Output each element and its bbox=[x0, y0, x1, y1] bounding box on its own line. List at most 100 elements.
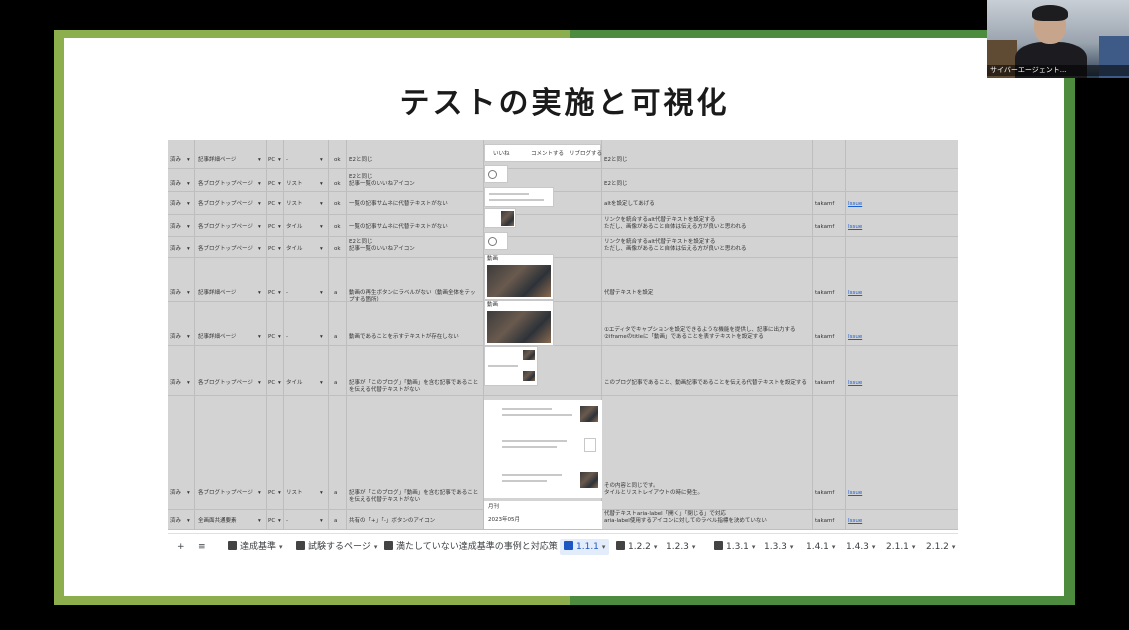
sheet-tab[interactable]: 1.3.3 ▾ bbox=[764, 539, 793, 555]
dropdown-arrow-icon[interactable]: ▾ bbox=[278, 201, 281, 208]
dropdown-arrow-icon[interactable]: ▾ bbox=[320, 181, 323, 188]
issue-link[interactable]: Issue bbox=[848, 334, 862, 341]
sheet-tab[interactable]: 試験するページ ▾ bbox=[296, 539, 377, 555]
dropdown-arrow-icon[interactable]: ▾ bbox=[320, 380, 323, 387]
type-cell: - bbox=[286, 157, 288, 163]
dropdown-arrow-icon[interactable]: ▾ bbox=[320, 290, 323, 297]
issue-cell: 動画であることを示すテキストが存在しない bbox=[349, 334, 459, 340]
issue-link[interactable]: Issue bbox=[848, 380, 862, 387]
issue-link[interactable]: Issue bbox=[848, 224, 862, 231]
dropdown-arrow-icon[interactable]: ▾ bbox=[258, 224, 261, 231]
dropdown-arrow-icon[interactable]: ▾ bbox=[278, 224, 281, 231]
chevron-down-icon[interactable]: ▾ bbox=[912, 543, 916, 551]
dropdown-arrow-icon[interactable]: ▾ bbox=[258, 157, 261, 164]
dropdown-arrow-icon[interactable]: ▾ bbox=[278, 157, 281, 164]
dropdown-arrow-icon[interactable]: ▾ bbox=[258, 290, 261, 297]
dropdown-arrow-icon[interactable]: ▾ bbox=[320, 518, 323, 525]
sheet-tab[interactable]: 1.1.1 ▾ bbox=[560, 539, 610, 555]
chevron-down-icon[interactable]: ▾ bbox=[374, 543, 378, 551]
table-row: 済み ▾ 各ブログトップページ ▾ PC ▾ リスト ▾ ok E2と同じ 記事一覧のいいねアイコ… bbox=[168, 169, 958, 192]
page-cell: 記事詳細ページ bbox=[198, 290, 237, 296]
dropdown-arrow-icon[interactable]: ▾ bbox=[320, 490, 323, 497]
issue-link[interactable]: Issue bbox=[848, 518, 862, 525]
issue-link[interactable]: Issue bbox=[848, 290, 862, 297]
type-cell: - bbox=[286, 290, 288, 296]
sheet-tab[interactable]: 1.3.1 ▾ bbox=[714, 539, 755, 555]
chevron-down-icon[interactable]: ▾ bbox=[832, 543, 836, 551]
webcam-name-label: サイバーエージェント... bbox=[987, 65, 1129, 76]
dropdown-arrow-icon[interactable]: ▾ bbox=[320, 334, 323, 341]
sheet-tab-label: 1.3.3 bbox=[764, 542, 787, 552]
dropdown-arrow-icon[interactable]: ▾ bbox=[258, 380, 261, 387]
dropdown-arrow-icon[interactable]: ▾ bbox=[278, 490, 281, 497]
dropdown-arrow-icon[interactable]: ▾ bbox=[258, 334, 261, 341]
dropdown-arrow-icon[interactable]: ▾ bbox=[278, 181, 281, 188]
type-cell: - bbox=[286, 518, 288, 524]
dropdown-arrow-icon[interactable]: ▾ bbox=[258, 246, 261, 253]
device-cell: PC bbox=[268, 201, 276, 207]
sheet-tab[interactable]: 2.1.2 ▾ bbox=[926, 539, 955, 555]
dropdown-arrow-icon[interactable]: ▾ bbox=[187, 157, 190, 164]
chevron-down-icon[interactable]: ▾ bbox=[952, 543, 956, 551]
dropdown-arrow-icon[interactable]: ▾ bbox=[320, 224, 323, 231]
issue-link[interactable]: Issue bbox=[848, 490, 862, 497]
dropdown-arrow-icon[interactable]: ▾ bbox=[187, 224, 190, 231]
dropdown-arrow-icon[interactable]: ▾ bbox=[258, 201, 261, 208]
issue-cell: E2と同じ 記事一覧のいいねアイコン bbox=[349, 174, 415, 187]
issue-cell: 一覧の記事サムネに代替テキストがない bbox=[349, 201, 448, 207]
sheet-tab[interactable]: 満たしていない達成基準の事例と対応策▾ bbox=[384, 539, 564, 555]
dropdown-arrow-icon[interactable]: ▾ bbox=[187, 181, 190, 188]
dropdown-arrow-icon[interactable]: ▾ bbox=[320, 201, 323, 208]
dropdown-arrow-icon[interactable]: ▾ bbox=[187, 246, 190, 253]
reblog-label: リブログする bbox=[569, 151, 603, 157]
issue-link[interactable]: Issue bbox=[848, 201, 862, 208]
dropdown-arrow-icon[interactable]: ▾ bbox=[278, 518, 281, 525]
dropdown-arrow-icon[interactable]: ▾ bbox=[278, 380, 281, 387]
chevron-down-icon[interactable]: ▾ bbox=[790, 543, 794, 551]
status-cell: 済み bbox=[170, 334, 182, 340]
table-row: 済み ▾ 各ブログトップページ ▾ PC ▾ タイル ▾ ok 一覧の記事サムネに代替テキストがな… bbox=[168, 215, 958, 237]
result-cell: ok bbox=[334, 224, 341, 230]
dropdown-arrow-icon[interactable]: ▾ bbox=[278, 334, 281, 341]
fix-cell: リンクを統合するalt代替テキストを設定する ただし、画像があること自体は伝える… bbox=[604, 217, 747, 230]
sheet-tab[interactable]: 1.4.3 ▾ bbox=[846, 539, 875, 555]
screenshot-action-bar: いいね コメントする リブログする bbox=[484, 144, 603, 162]
all-sheets-menu-icon[interactable]: ≡ bbox=[198, 539, 206, 555]
dropdown-arrow-icon[interactable]: ▾ bbox=[187, 490, 190, 497]
sheet-tab[interactable]: 1.2.2 ▾ bbox=[616, 539, 657, 555]
dropdown-arrow-icon[interactable]: ▾ bbox=[187, 201, 190, 208]
dropdown-arrow-icon[interactable]: ▾ bbox=[320, 157, 323, 164]
issue-cell: E2と同じ bbox=[349, 157, 373, 163]
dropdown-arrow-icon[interactable]: ▾ bbox=[320, 246, 323, 253]
sheet-tab[interactable]: 達成基準 ▾ bbox=[228, 539, 283, 555]
chevron-down-icon[interactable]: ▾ bbox=[692, 543, 696, 551]
dropdown-arrow-icon[interactable]: ▾ bbox=[258, 490, 261, 497]
dropdown-arrow-icon[interactable]: ▾ bbox=[187, 518, 190, 525]
sheet-tab-label: 1.4.3 bbox=[846, 542, 869, 552]
chevron-down-icon[interactable]: ▾ bbox=[602, 543, 606, 551]
dropdown-arrow-icon[interactable]: ▾ bbox=[278, 290, 281, 297]
sheet-tab-number-icon bbox=[384, 541, 393, 550]
chevron-down-icon[interactable]: ▾ bbox=[279, 543, 283, 551]
chevron-down-icon[interactable]: ▾ bbox=[752, 543, 756, 551]
page-cell: 記事詳細ページ bbox=[198, 157, 237, 163]
device-cell: PC bbox=[268, 290, 276, 296]
sheet-tab[interactable]: 1.2.3 ▾ bbox=[666, 539, 695, 555]
chevron-down-icon[interactable]: ▾ bbox=[872, 543, 876, 551]
dropdown-arrow-icon[interactable]: ▾ bbox=[187, 380, 190, 387]
sheet-tab-label: 達成基準 bbox=[240, 542, 277, 552]
dropdown-arrow-icon[interactable]: ▾ bbox=[187, 290, 190, 297]
chevron-down-icon[interactable]: ▾ bbox=[654, 543, 658, 551]
dropdown-arrow-icon[interactable]: ▾ bbox=[278, 246, 281, 253]
page-cell: 各ブログトップページ bbox=[198, 201, 253, 207]
list-layout-screenshot bbox=[484, 400, 602, 498]
sheet-tab-number-icon bbox=[228, 541, 237, 550]
sheet-tab[interactable]: 2.1.1 ▾ bbox=[886, 539, 915, 555]
device-cell: PC bbox=[268, 380, 276, 386]
dropdown-arrow-icon[interactable]: ▾ bbox=[258, 518, 261, 525]
dropdown-arrow-icon[interactable]: ▾ bbox=[187, 334, 190, 341]
sheet-tab[interactable]: 1.4.1 ▾ bbox=[806, 539, 835, 555]
add-sheet-button[interactable]: + bbox=[177, 539, 185, 555]
dropdown-arrow-icon[interactable]: ▾ bbox=[258, 181, 261, 188]
heart-icon bbox=[488, 237, 497, 246]
